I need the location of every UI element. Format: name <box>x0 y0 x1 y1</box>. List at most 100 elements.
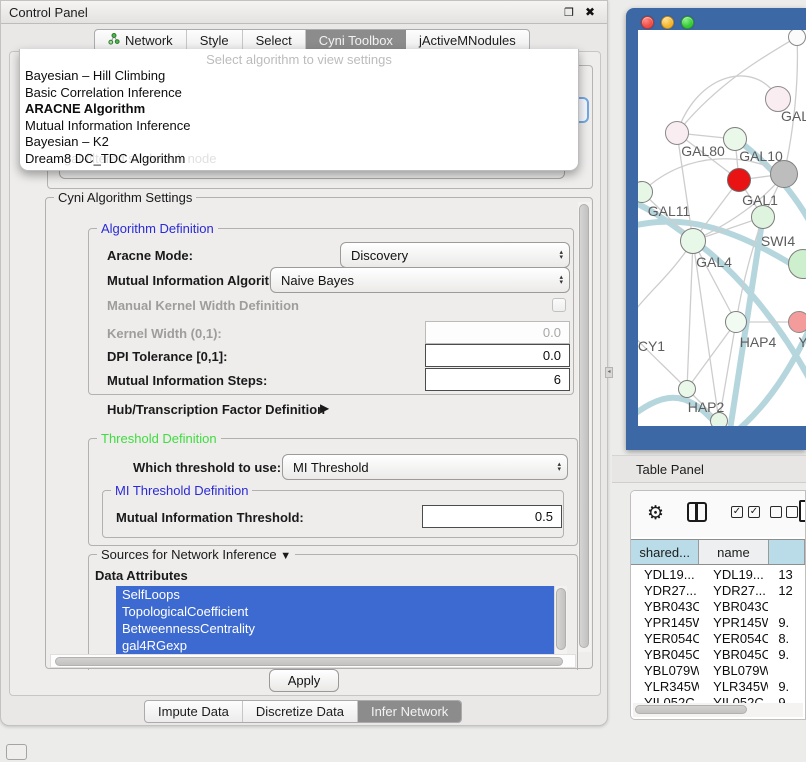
table-row[interactable]: YLR345WYLR345W9. <box>631 679 805 695</box>
algorithm-option-basic-correlation-inference[interactable]: Basic Correlation Inference <box>20 85 578 102</box>
table-row[interactable]: YDR27...YDR27...12 <box>631 583 805 599</box>
mac-minimize-icon[interactable] <box>661 16 674 29</box>
network-node[interactable] <box>678 380 696 398</box>
which-threshold-value: MI Threshold <box>293 460 369 475</box>
hub-expander-icon[interactable]: ▶ <box>320 401 329 415</box>
splitter-handle[interactable]: ◂ <box>605 367 613 378</box>
mi-steps-label: Mutual Information Steps: <box>107 373 267 388</box>
settings-horizontal-scrollbar[interactable] <box>50 654 576 668</box>
tab-infer-network[interactable]: Infer Network <box>358 701 461 722</box>
float-window-icon[interactable]: ❐ <box>564 6 574 19</box>
select-all-checked-icon[interactable]: ✓ <box>748 506 760 518</box>
combo-arrows-icon: ▴▾ <box>553 250 563 260</box>
data-attributes-label: Data Attributes <box>95 568 188 583</box>
table-rows: YDL19...YDL19...13YDR27...YDR27...12YBR0… <box>631 567 805 703</box>
control-panel: Control Panel ❐ ✖ NetworkStyleSelectCyni… <box>0 0 608 726</box>
which-threshold-combo[interactable]: MI Threshold ▴▾ <box>282 454 568 480</box>
node-label-hap4: HAP4 <box>740 334 777 350</box>
column-header-name[interactable]: name <box>699 540 768 564</box>
table-row[interactable]: YER054CYER054C8. <box>631 631 805 647</box>
node-label-y: Y <box>798 334 806 350</box>
tab-network[interactable]: Network <box>95 30 187 51</box>
sources-group-title: Sources for Network Inference ▼ <box>97 547 295 562</box>
deselect-all-icon[interactable] <box>786 506 798 518</box>
hub-section-label: Hub/Transcription Factor Definition <box>107 402 325 417</box>
mi-threshold-field[interactable]: 0.5 <box>422 505 562 528</box>
collapsed-panel-button[interactable] <box>6 744 27 760</box>
manual-kernel-checkbox[interactable] <box>552 298 566 312</box>
threshold-definition-title: Threshold Definition <box>97 431 221 446</box>
table-horizontal-scrollbar[interactable] <box>633 703 803 717</box>
algorithm-option-bayesian-hill-climbing[interactable]: Bayesian – Hill Climbing <box>20 68 578 85</box>
panel-title: Control Panel <box>9 5 88 20</box>
tab-cyni-toolbox[interactable]: Cyni Toolbox <box>306 30 406 51</box>
tab-select[interactable]: Select <box>243 30 306 51</box>
network-node[interactable] <box>665 121 689 145</box>
table-row[interactable]: YBR043CYBR043C <box>631 599 805 615</box>
column-header-3[interactable] <box>769 540 805 564</box>
node-label-gal4: GAL4 <box>696 254 732 270</box>
control-panel-titlebar: Control Panel ❐ ✖ <box>1 1 607 24</box>
attribute-list-scrollbar[interactable] <box>554 586 567 658</box>
attribute-item-betweennesscentrality[interactable]: BetweennessCentrality <box>116 620 554 637</box>
table-row[interactable]: YBR045CYBR045C9. <box>631 647 805 663</box>
close-window-icon[interactable]: ✖ <box>585 5 595 19</box>
algorithm-option-mutual-information-inference[interactable]: Mutual Information Inference <box>20 118 578 135</box>
tab-impute-data[interactable]: Impute Data <box>145 701 243 722</box>
network-canvas[interactable]: GALGAL80GAL10GAL1GAL11SWI4GAL4HAP4YGCY1H… <box>638 30 806 426</box>
table-row[interactable]: YBL079WYBL079W <box>631 663 805 679</box>
mac-zoom-icon[interactable] <box>681 16 694 29</box>
kernel-width-label: Kernel Width (0,1): <box>107 326 222 341</box>
mi-threshold-label: Mutual Information Threshold: <box>116 510 304 525</box>
aracne-mode-combo[interactable]: Discovery ▴▾ <box>340 242 570 268</box>
column-header-shared[interactable]: shared... <box>631 540 699 564</box>
network-node[interactable] <box>788 311 806 333</box>
algorithm-option-bayesian-k2[interactable]: Bayesian – K2 <box>20 134 578 151</box>
network-icon <box>108 33 120 48</box>
manual-kernel-label: Manual Kernel Width Definition <box>107 298 299 313</box>
settings-vertical-scrollbar[interactable] <box>578 202 591 652</box>
mi-type-combo[interactable]: Naive Bayes ▴▾ <box>270 267 570 293</box>
table-row[interactable]: YPR145WYPR145W9. <box>631 615 805 631</box>
algorithm-option-aracne-algorithm[interactable]: ARACNE Algorithm <box>20 101 578 118</box>
table-toolbar: ⚙ ✓ ✓ <box>631 491 805 537</box>
dpi-tolerance-field[interactable]: 0.0 <box>425 344 570 367</box>
gear-icon[interactable]: ⚙ <box>647 502 664 525</box>
algorithm-option-dream8-dc-tdc-algorithm[interactable]: Dream8 DC_TDC Algorithm <box>20 151 578 168</box>
table-row[interactable]: YDL19...YDL19...13 <box>631 567 805 583</box>
cyni-algorithm-settings-group: Cyni Algorithm Settings Algorithm Defini… <box>45 197 593 669</box>
attribute-item-selfloops[interactable]: SelfLoops <box>116 586 554 603</box>
document-icon[interactable] <box>799 500 806 522</box>
kernel-width-field[interactable]: 0.0 <box>425 321 570 344</box>
attribute-item-topologicalcoefficient[interactable]: TopologicalCoefficient <box>116 603 554 620</box>
network-node[interactable] <box>727 168 751 192</box>
node-label-gal80: GAL80 <box>681 143 725 159</box>
table-panel-bar: Table Panel <box>612 455 806 483</box>
network-node[interactable] <box>751 205 775 229</box>
which-threshold-label: Which threshold to use: <box>133 460 281 475</box>
tab-style[interactable]: Style <box>187 30 243 51</box>
algorithm-definition-title: Algorithm Definition <box>97 221 218 236</box>
select-all-checked-icon[interactable]: ✓ <box>731 506 743 518</box>
mi-steps-field[interactable]: 6 <box>425 368 570 391</box>
sources-expander-icon[interactable]: ▼ <box>280 550 291 562</box>
network-node[interactable] <box>770 160 798 188</box>
attribute-item-gal4rgexp[interactable]: gal4RGexp <box>116 637 554 654</box>
network-node[interactable] <box>725 311 747 333</box>
columns-icon[interactable] <box>687 502 707 522</box>
bottom-tab-bar: Impute DataDiscretize DataInfer Network <box>144 700 462 723</box>
combo-arrows-icon: ▴▾ <box>553 275 563 285</box>
table-row[interactable]: YIL052CYIL052C9 <box>631 695 805 703</box>
node-label-gal1: GAL1 <box>742 192 778 208</box>
tab-jactivemnodules[interactable]: jActiveMNodules <box>406 30 529 51</box>
node-label-hap2: HAP2 <box>688 399 725 415</box>
tab-discretize-data[interactable]: Discretize Data <box>243 701 358 722</box>
settings-group-title: Cyni Algorithm Settings <box>54 190 196 205</box>
apply-button[interactable]: Apply <box>269 669 339 692</box>
deselect-all-icon[interactable] <box>770 506 782 518</box>
data-attributes-list[interactable]: SelfLoopsTopologicalCoefficientBetweenne… <box>116 586 554 658</box>
network-node[interactable] <box>680 228 706 254</box>
mac-close-icon[interactable] <box>641 16 654 29</box>
node-label-swi4: SWI4 <box>761 233 795 249</box>
node-label-gcy1: GCY1 <box>638 338 665 354</box>
